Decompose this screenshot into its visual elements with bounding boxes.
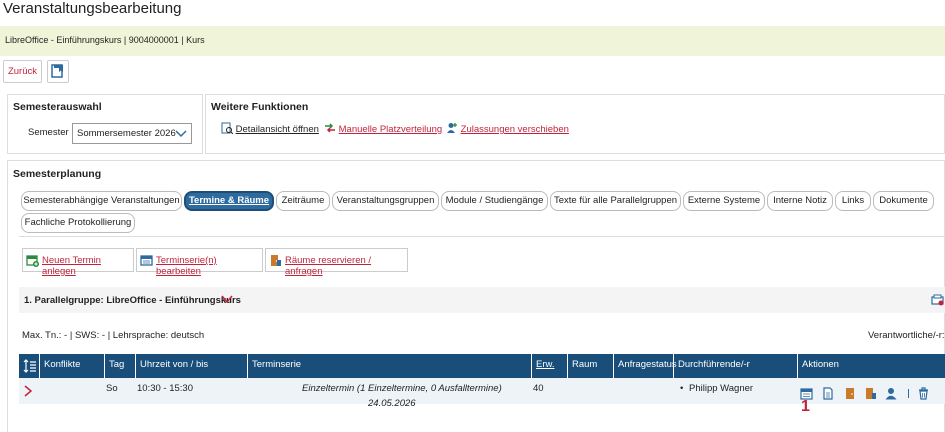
col-day: Tag bbox=[104, 354, 135, 378]
col-actions: Aktionen bbox=[797, 354, 945, 378]
row-series-date: 24.05.2026 bbox=[368, 398, 416, 409]
functions-panel-title: Weitere Funktionen bbox=[211, 101, 309, 113]
move-admissions-label: Zulassungen verschieben bbox=[460, 124, 569, 135]
actions-separator bbox=[908, 389, 909, 398]
col-person: Durchführende/-r bbox=[673, 354, 797, 378]
detail-view-label: Detailansicht öffnen bbox=[235, 124, 319, 135]
semester-select[interactable]: Sommersemester 2026 bbox=[72, 123, 192, 144]
detail-view-link[interactable]: Detailansicht öffnen bbox=[221, 122, 319, 135]
room-request-icon[interactable] bbox=[865, 387, 877, 400]
semester-label: Semester bbox=[28, 127, 69, 138]
edit-series-button[interactable]: Terminserie(n) bearbeiten bbox=[136, 248, 263, 277]
document-icon[interactable] bbox=[822, 387, 834, 400]
detail-view-icon bbox=[221, 122, 234, 135]
semester-select-value: Sommersemester 2026 bbox=[77, 128, 176, 139]
sort-icon[interactable] bbox=[23, 359, 37, 373]
parallel-group-bar[interactable]: 1. Parallelgruppe: LibreOffice - Einführ… bbox=[19, 287, 945, 313]
bookmark-button[interactable] bbox=[47, 60, 69, 83]
col-status: Anfragestatus bbox=[613, 354, 677, 378]
col-time: Uhrzeit von / bis bbox=[135, 354, 247, 378]
tab-semester-events[interactable]: Semesterabhängige Veranstaltungen bbox=[21, 191, 182, 211]
trash-icon[interactable] bbox=[918, 387, 929, 400]
tab-protocol[interactable]: Fachliche Protokollierung bbox=[21, 213, 135, 233]
row-series: Einzeltermin (1 Einzeltermine, 0 Ausfall… bbox=[302, 383, 502, 394]
info-bar: LibreOffice - Einführungskurs | 90040000… bbox=[0, 26, 945, 56]
calendar-add-icon bbox=[26, 255, 39, 267]
calendar-icon bbox=[140, 255, 153, 266]
tab-dates-rooms[interactable]: Termine & Räume bbox=[184, 191, 274, 211]
door-icon bbox=[271, 255, 281, 266]
reserve-rooms-label: Räume reservieren / anfragen bbox=[285, 255, 372, 277]
new-date-button[interactable]: Neuen Termin anlegen bbox=[22, 248, 134, 277]
col-series: Terminserie bbox=[247, 354, 531, 378]
tab-content-border bbox=[19, 236, 945, 237]
chevron-down-icon bbox=[175, 130, 187, 138]
tab-documents[interactable]: Dokumente bbox=[873, 191, 934, 211]
edit-series-label: Terminserie(n) bearbeiten bbox=[156, 255, 217, 277]
print-icon[interactable] bbox=[931, 294, 944, 307]
move-admissions-link[interactable]: Zulassungen verschieben bbox=[446, 122, 569, 135]
tab-event-groups[interactable]: Veranstaltungsgruppen bbox=[332, 191, 439, 211]
row-day: So bbox=[106, 383, 118, 394]
expand-chevron-icon[interactable] bbox=[24, 385, 32, 397]
col-expected[interactable]: Erw. Tn. bbox=[531, 354, 567, 392]
planning-panel-title: Semesterplanung bbox=[13, 168, 102, 180]
arrows-swap-icon bbox=[325, 123, 335, 133]
annotation-marker: 1 bbox=[801, 398, 810, 415]
table-header: Konflikte Tag Uhrzeit von / bis Terminse… bbox=[19, 354, 945, 392]
person-icon[interactable] bbox=[885, 387, 897, 400]
manual-distribution-link[interactable]: Manuelle Platzverteilung bbox=[324, 122, 442, 135]
tab-links[interactable]: Links bbox=[835, 191, 871, 211]
row-person: Philipp Wagner bbox=[689, 383, 754, 394]
semester-panel-title: Semesterauswahl bbox=[13, 101, 102, 113]
tab-modules[interactable]: Module / Studiengänge bbox=[441, 191, 548, 211]
group-meta: Max. Tn.: - | SWS: - | Lehrsprache: deut… bbox=[22, 330, 205, 341]
chevron-down-icon bbox=[221, 295, 233, 303]
door-icon[interactable] bbox=[845, 387, 855, 400]
parallel-group-title: 1. Parallelgruppe: LibreOffice - Einführ… bbox=[24, 295, 241, 306]
bookmark-icon bbox=[51, 64, 63, 78]
back-button[interactable]: Zurück bbox=[3, 60, 42, 83]
col-conflicts: Konflikte bbox=[39, 354, 104, 378]
col-room: Raum bbox=[567, 354, 613, 378]
tab-internal-note[interactable]: Interne Notiz bbox=[767, 191, 833, 211]
responsible-label: Verantwortliche/-r: bbox=[868, 330, 945, 341]
row-expected: 40 bbox=[533, 383, 544, 394]
tab-external-systems[interactable]: Externe Systeme bbox=[683, 191, 765, 211]
manual-distribution-label: Manuelle Platzverteilung bbox=[338, 124, 443, 135]
tab-texts[interactable]: Texte für alle Parallelgruppen bbox=[550, 191, 681, 211]
row-person-bullet: • bbox=[680, 383, 684, 394]
reserve-rooms-button[interactable]: Räume reservieren / anfragen bbox=[265, 248, 408, 277]
info-bar-text: LibreOffice - Einführungskurs | 90040000… bbox=[5, 35, 205, 45]
row-time: 10:30 - 15:30 bbox=[137, 383, 193, 394]
tab-periods[interactable]: Zeiträume bbox=[276, 191, 330, 211]
new-date-label: Neuen Termin anlegen bbox=[42, 255, 101, 277]
user-move-icon bbox=[447, 123, 457, 133]
page-title: Veranstaltungsbearbeitung bbox=[3, 0, 182, 17]
